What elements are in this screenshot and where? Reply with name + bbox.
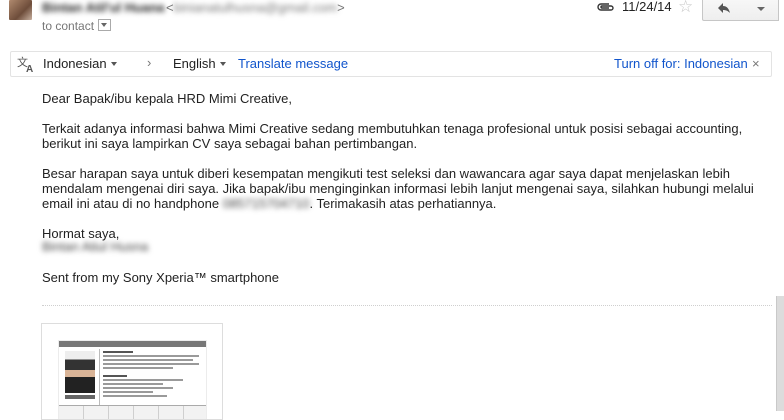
message-date: 11/24/14 — [622, 0, 672, 14]
star-icon[interactable]: ☆ — [678, 0, 693, 16]
greeting: Dear Bapak/ibu kepala HRD Mimi Creative, — [42, 91, 292, 106]
translate-bar: 文 A Indonesian › English Translate messa… — [10, 51, 772, 77]
more-actions-button[interactable] — [743, 0, 779, 21]
recipient-line: to contact — [42, 19, 112, 33]
signature: Bintan Atiul Husna — [42, 239, 149, 254]
show-details-dropdown-icon[interactable] — [98, 19, 112, 31]
message-header: Bintan Atil'ul Huana <binianatulhusna@gm… — [0, 0, 784, 48]
translate-icon: 文 A — [17, 55, 33, 73]
paragraph-2-line-1: Besar harapan saya untuk diberi kesempat… — [42, 166, 730, 181]
caret-down-icon — [110, 62, 117, 66]
to-label: to contact — [42, 19, 95, 33]
attachment-thumbnail[interactable] — [41, 323, 223, 420]
target-language-select[interactable]: English — [173, 56, 226, 71]
avatar[interactable] — [9, 0, 32, 20]
reply-arrow-icon — [718, 3, 730, 13]
sender-email[interactable]: <binianatulhusna@gmail.com> — [166, 0, 345, 15]
cv-preview-image — [58, 340, 207, 419]
paragraph-1-line-2: berikut ini saya lampirkan CV saya sebag… — [42, 136, 418, 151]
sender-name[interactable]: Bintan Atil'ul Huana — [42, 0, 165, 15]
translate-message-link[interactable]: Translate message — [238, 56, 348, 71]
source-language-label: Indonesian — [43, 56, 107, 71]
paragraph-2-line-2: mendalam mengenai diri saya. Jika bapak/… — [42, 181, 754, 196]
sent-from-line: Sent from my Sony Xperia™ smartphone — [42, 270, 279, 285]
cv-photo — [65, 351, 95, 393]
attachment-divider — [42, 305, 772, 306]
paragraph-1-line-1: Terkait adanya informasi bahwa Mimi Crea… — [42, 121, 743, 136]
phone-number[interactable]: 085715704710 — [223, 196, 310, 212]
language-arrow-icon: › — [147, 55, 152, 70]
caret-down-icon — [219, 62, 226, 66]
paperclip-icon — [597, 3, 614, 11]
turn-off-translation-link[interactable]: Turn off for: Indonesian — [614, 56, 748, 71]
target-language-label: English — [173, 56, 216, 71]
paragraph-2-line-3: email ini atau di no handphone 085715704… — [42, 196, 497, 212]
scrollbar-thumb[interactable] — [776, 296, 784, 411]
svg-text:A: A — [26, 64, 33, 73]
source-language-select[interactable]: Indonesian — [43, 56, 117, 71]
reply-button[interactable] — [702, 0, 746, 21]
close-icon[interactable]: × — [752, 56, 760, 71]
